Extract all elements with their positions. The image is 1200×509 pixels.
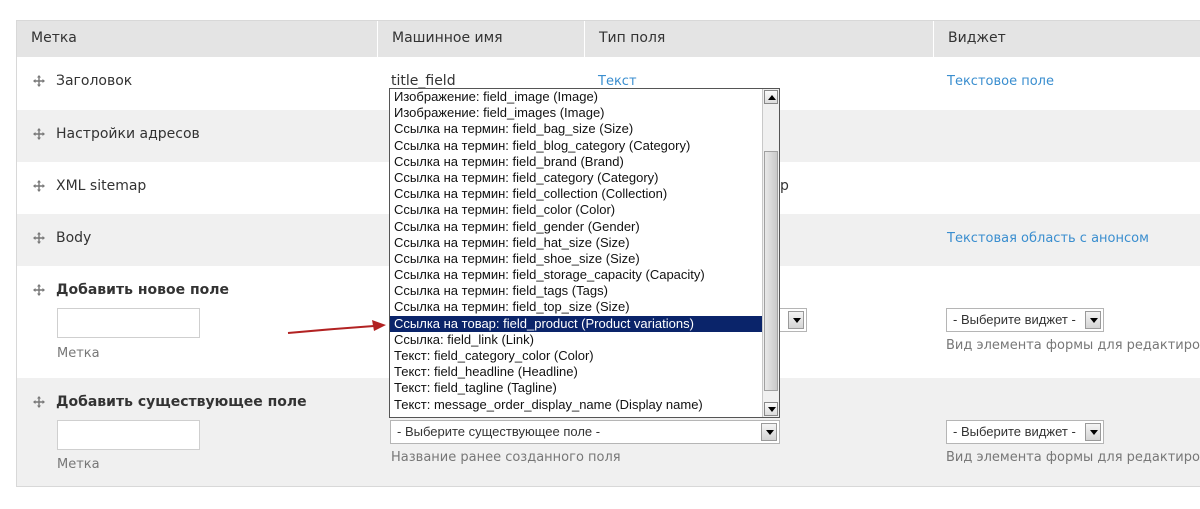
existing-field-widget-desc: Вид элемента формы для редактирования — [946, 450, 1200, 465]
dropdown-option[interactable]: Текст: field_category_color (Color) — [390, 348, 763, 364]
dropdown-option[interactable]: Текст: field_tagline (Tagline) — [390, 380, 763, 396]
new-field-widget-select[interactable]: - Выберите виджет - — [946, 308, 1104, 332]
drag-handle-icon[interactable] — [33, 232, 45, 244]
field-type-text-fragment: p — [780, 178, 789, 194]
drag-handle-icon[interactable] — [33, 396, 45, 408]
header-machine-name: Машинное имя — [377, 21, 584, 57]
drag-handle-icon[interactable] — [33, 128, 45, 140]
select-value: - Выберите существующее поле - — [397, 424, 601, 439]
dropdown-scrollbar[interactable] — [762, 89, 779, 417]
row-label: Заголовок — [56, 73, 133, 89]
select-value: - Выберите виджет - — [953, 424, 1076, 439]
dropdown-option[interactable]: Ссылка на термин: field_brand (Brand) — [390, 154, 763, 170]
dropdown-option[interactable]: Ссылка на термин: field_blog_category (C… — [390, 138, 763, 154]
dropdown-option[interactable]: Ссылка на термин: field_storage_capacity… — [390, 267, 763, 283]
machine-name: title_field — [391, 73, 456, 89]
add-new-field-title: Добавить новое поле — [56, 282, 229, 298]
scroll-down-icon[interactable] — [764, 402, 778, 416]
scrollbar-thumb[interactable] — [764, 151, 778, 391]
dropdown-option[interactable]: Ссылка на термин: field_collection (Coll… — [390, 186, 763, 202]
dropdown-option[interactable]: Ссылка: field_link (Link) — [390, 332, 763, 348]
row-label: XML sitemap — [56, 178, 147, 194]
drag-handle-icon[interactable] — [33, 75, 45, 87]
chevron-down-icon — [761, 423, 777, 441]
field-dropdown-list[interactable]: Изображение: field_image (Image) Изображе… — [389, 88, 780, 418]
header-widget: Виджет — [933, 21, 1200, 57]
dropdown-option[interactable]: Ссылка на термин: field_category (Catego… — [390, 170, 763, 186]
dropdown-option[interactable]: Ссылка на термин: field_hat_size (Size) — [390, 235, 763, 251]
select-value: - Выберите виджет - — [953, 312, 1076, 327]
dropdown-option[interactable]: Ссылка на термин: field_top_size (Size) — [390, 299, 763, 315]
dropdown-option[interactable]: Изображение: field_images (Image) — [390, 105, 763, 121]
dropdown-option[interactable]: Текст: message_order_display_name (Displ… — [390, 397, 763, 413]
header-label: Метка — [31, 30, 77, 46]
existing-field-select-desc: Название ранее созданного поля — [391, 450, 621, 465]
header-field-type: Тип поля — [584, 21, 933, 57]
dropdown-option[interactable]: Ссылка на термин: field_shoe_size (Size) — [390, 251, 763, 267]
new-field-widget-desc: Вид элемента формы для редактирования — [946, 338, 1200, 353]
dropdown-option[interactable]: Ссылка на товар: field_product (Product … — [390, 315, 763, 332]
existing-field-label-desc: Метка — [57, 457, 100, 472]
existing-field-select[interactable]: - Выберите существующее поле - — [390, 420, 780, 444]
chevron-down-icon — [1085, 311, 1101, 329]
new-field-label-input[interactable] — [57, 308, 200, 338]
annotation-arrow-icon — [287, 320, 386, 334]
row-label: Body — [56, 230, 92, 246]
dropdown-option[interactable]: Ссылка на термин: field_tags (Tags) — [390, 283, 763, 299]
widget-link[interactable]: Текстовое поле — [947, 74, 1054, 89]
row-label: Настройки адресов — [56, 126, 200, 142]
dropdown-option[interactable]: Ссылка на термин: field_gender (Gender) — [390, 219, 763, 235]
dropdown-options[interactable]: Изображение: field_image (Image) Изображе… — [390, 89, 763, 413]
chevron-down-icon — [788, 311, 804, 329]
dropdown-option[interactable]: Текст: field_headline (Headline) — [390, 364, 763, 380]
drag-handle-icon[interactable] — [33, 284, 45, 296]
new-field-label-desc: Метка — [57, 346, 100, 361]
chevron-down-icon — [1085, 423, 1101, 441]
dropdown-option[interactable]: Изображение: field_image (Image) — [390, 89, 763, 105]
existing-field-label-input[interactable] — [57, 420, 200, 450]
dropdown-option[interactable]: Ссылка на термин: field_color (Color) — [390, 202, 763, 218]
widget-link[interactable]: Текстовая область с анонсом — [947, 231, 1149, 246]
add-existing-field-title: Добавить существующее поле — [56, 394, 307, 410]
field-type-link[interactable]: Текст — [598, 74, 637, 89]
scroll-up-icon[interactable] — [764, 90, 778, 104]
existing-field-widget-select[interactable]: - Выберите виджет - — [946, 420, 1104, 444]
drag-handle-icon[interactable] — [33, 180, 45, 192]
dropdown-option[interactable]: Ссылка на термин: field_bag_size (Size) — [390, 121, 763, 137]
table-header: Метка Машинное имя Тип поля Виджет — [17, 21, 1200, 57]
